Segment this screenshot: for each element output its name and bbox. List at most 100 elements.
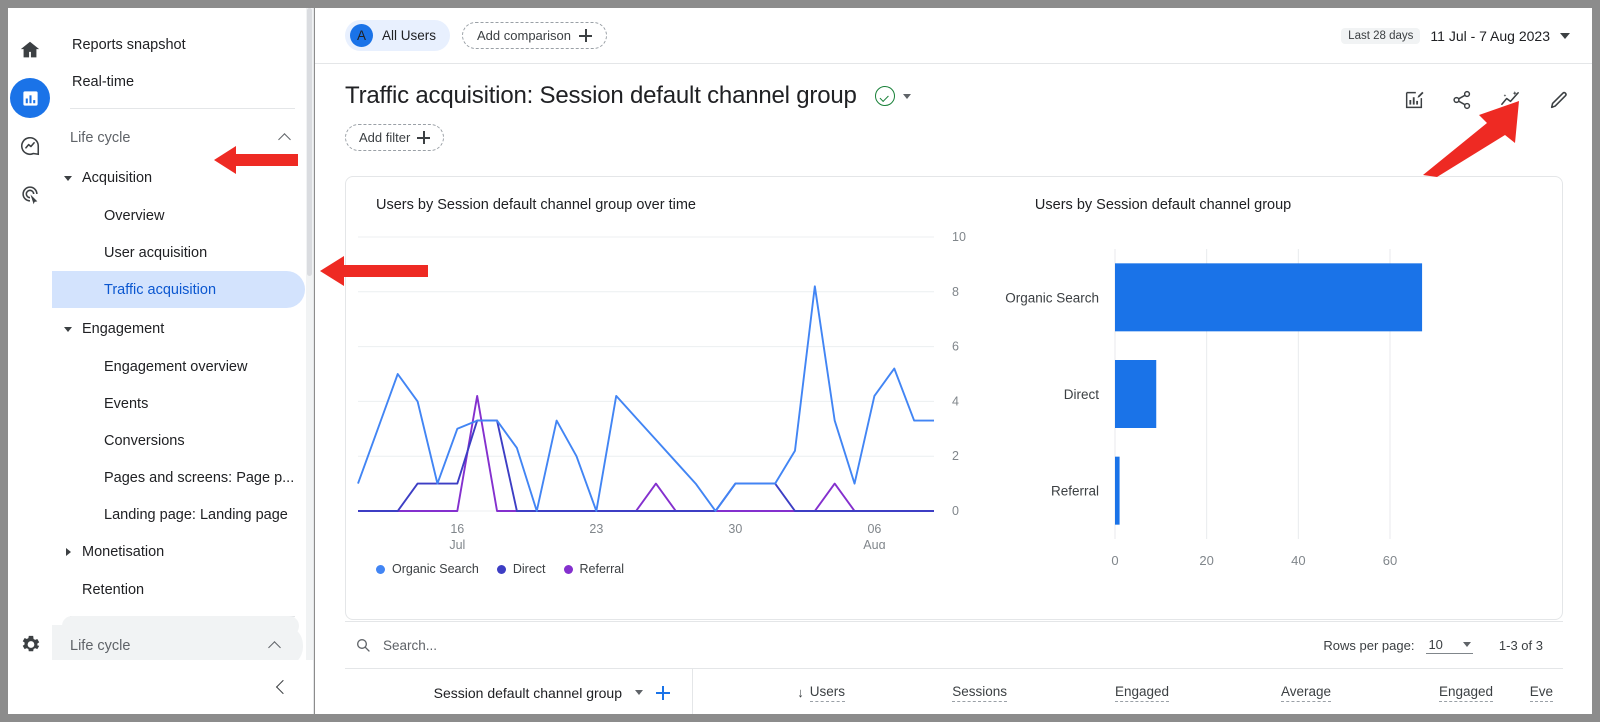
gear-icon[interactable] (10, 624, 50, 664)
insights-icon[interactable] (1499, 88, 1522, 116)
reports-bar-chart-icon[interactable] (10, 78, 50, 118)
table-header-users[interactable]: ↓ Users (693, 684, 855, 702)
report-actions (1403, 82, 1570, 116)
line-chart-panel: Users by Session default channel group o… (346, 177, 1005, 619)
svg-text:Jul: Jul (449, 538, 465, 549)
svg-text:30: 30 (728, 522, 742, 536)
sidebar-item-label: Engagement overview (104, 358, 248, 375)
sidebar-item-engagement-overview[interactable]: Engagement overview (52, 348, 305, 385)
sidebar-section-label: Life cycle (70, 130, 131, 146)
sidebar-navigation: Reports snapshot Real-time Life cycle Ac… (52, 8, 314, 714)
svg-text:0: 0 (952, 504, 959, 518)
table-header-average-engagement[interactable]: Average (1179, 684, 1341, 702)
metric-label: Users (809, 684, 845, 702)
date-range-selector[interactable]: Last 28 days 11 Jul - 7 Aug 2023 (1341, 27, 1570, 44)
sidebar-section-life-cycle[interactable]: Life cycle (52, 117, 313, 159)
sidebar-item-overview[interactable]: Overview (52, 197, 305, 234)
svg-text:06: 06 (867, 522, 881, 536)
table-header-sessions[interactable]: Sessions (855, 684, 1017, 702)
sidebar-item-label: Events (104, 395, 149, 412)
explore-icon[interactable] (10, 126, 50, 166)
table-header-events[interactable]: Eve (1503, 684, 1563, 702)
legend-color-dot (376, 564, 385, 574)
sidebar-item-real-time[interactable]: Real-time (52, 63, 313, 100)
sidebar-item-traffic-acquisition[interactable]: Traffic acquisition (52, 271, 305, 308)
svg-text:16: 16 (450, 522, 464, 536)
sidebar-item-landing-page[interactable]: Landing page: Landing page (52, 496, 305, 533)
rows-per-page-label: Rows per page: (1323, 637, 1415, 653)
sidebar-item-label: Overview (104, 207, 165, 224)
search-input[interactable]: Search... (345, 637, 437, 653)
legend-item-organic-search[interactable]: Organic Search (376, 562, 479, 576)
sidebar-item-conversions[interactable]: Conversions (52, 422, 305, 459)
status-badge[interactable] (869, 84, 919, 108)
line-chart-legend: Organic Search Direct Referral (376, 562, 1005, 576)
check-circle-icon (874, 86, 895, 106)
rows-per-page-value: 10 (1428, 637, 1443, 652)
bar-chart[interactable]: 0 20 40 60 Organic Search Direct Referral (1005, 219, 1562, 594)
report-header-left: Traffic acquisition: Session default cha… (345, 82, 919, 151)
sidebar-footer (52, 660, 313, 714)
line-chart-title: Users by Session default channel group o… (376, 197, 696, 213)
svg-text:Aug: Aug (863, 538, 885, 549)
search-icon (357, 639, 370, 652)
date-range-text: 11 Jul - 7 Aug 2023 (1430, 27, 1550, 44)
svg-text:Referral: Referral (1051, 484, 1099, 499)
edit-pencil-icon[interactable] (1548, 89, 1570, 116)
table-header-dimension[interactable]: Session default channel group (345, 668, 693, 714)
caret-down-icon (64, 175, 72, 181)
chevron-down-icon (1462, 642, 1471, 647)
bar-chart-svg: 0 20 40 60 Organic Search Direct Referral (1005, 249, 1423, 568)
advertising-target-icon[interactable] (10, 174, 50, 214)
report-title-line: Traffic acquisition: Session default cha… (345, 82, 919, 110)
table-header-engaged-sessions[interactable]: Engaged (1017, 684, 1179, 702)
add-dimension-icon[interactable] (656, 685, 670, 700)
sidebar-item-events[interactable]: Events (52, 385, 305, 422)
sidebar-scroll-area: Reports snapshot Real-time Life cycle Ac… (52, 8, 313, 660)
sidebar-item-label: Real-time (72, 73, 135, 90)
svg-text:60: 60 (1383, 553, 1397, 568)
sidebar-divider (70, 108, 295, 109)
plus-icon (417, 131, 431, 144)
sidebar-item-pages-and-screens[interactable]: Pages and screens: Page p... (52, 459, 305, 496)
sidebar-group-engagement[interactable]: Engagement (52, 310, 313, 348)
line-chart[interactable]: 0 2 4 6 8 10 16 Jul 23 30 06 Aug (346, 219, 1005, 554)
plus-icon (578, 29, 592, 42)
sidebar-scrollbar[interactable] (306, 8, 313, 660)
data-table: Search... Rows per page: 10 1-3 of 3 Ses… (345, 621, 1563, 714)
legend-item-direct[interactable]: Direct (496, 562, 546, 576)
sidebar-item-label: Landing page: Landing page (104, 506, 288, 523)
add-comparison-button[interactable]: Add comparison (462, 22, 607, 49)
share-icon[interactable] (1451, 89, 1473, 116)
legend-item-referral[interactable]: Referral (563, 562, 624, 576)
sidebar-item-user-acquisition[interactable]: User acquisition (52, 234, 305, 271)
add-comparison-label: Add comparison (477, 28, 571, 43)
home-icon[interactable] (10, 30, 50, 70)
rows-per-page-select[interactable]: 10 (1426, 636, 1473, 654)
audience-chip-all-users[interactable]: A All Users (345, 20, 451, 51)
svg-text:20: 20 (1199, 553, 1213, 568)
chevron-up-icon (280, 133, 291, 144)
metric-label: Sessions (952, 684, 1007, 702)
add-filter-button[interactable]: Add filter (345, 124, 445, 151)
metric-label: Average (1280, 684, 1331, 702)
pagination-range: 1-3 of 3 (1498, 637, 1543, 653)
svg-text:10: 10 (952, 230, 966, 244)
table-toolbar: Search... Rows per page: 10 1-3 of 3 (345, 622, 1563, 668)
sidebar-item-reports-snapshot[interactable]: Reports snapshot (52, 26, 313, 63)
avatar: A (350, 24, 373, 47)
chevron-left-icon[interactable] (275, 681, 288, 694)
legend-label: Referral (579, 562, 624, 576)
legend-color-dot (496, 564, 506, 574)
sidebar-group-monetisation[interactable]: Monetisation (52, 533, 313, 571)
chevron-down-icon[interactable] (635, 690, 643, 695)
metric-label: Engaged (1114, 684, 1169, 702)
search-placeholder: Search... (383, 637, 438, 653)
sidebar-group-acquisition[interactable]: Acquisition (52, 159, 313, 197)
report-header: Traffic acquisition: Session default cha… (315, 64, 1592, 151)
table-header-engaged-sessions-per[interactable]: Engaged (1341, 684, 1503, 702)
sidebar-scrollbar-thumb[interactable] (307, 8, 312, 276)
sidebar-item-retention[interactable]: Retention (52, 571, 313, 608)
sidebar-item-label: Retention (82, 581, 145, 598)
customize-report-icon[interactable] (1403, 89, 1425, 116)
